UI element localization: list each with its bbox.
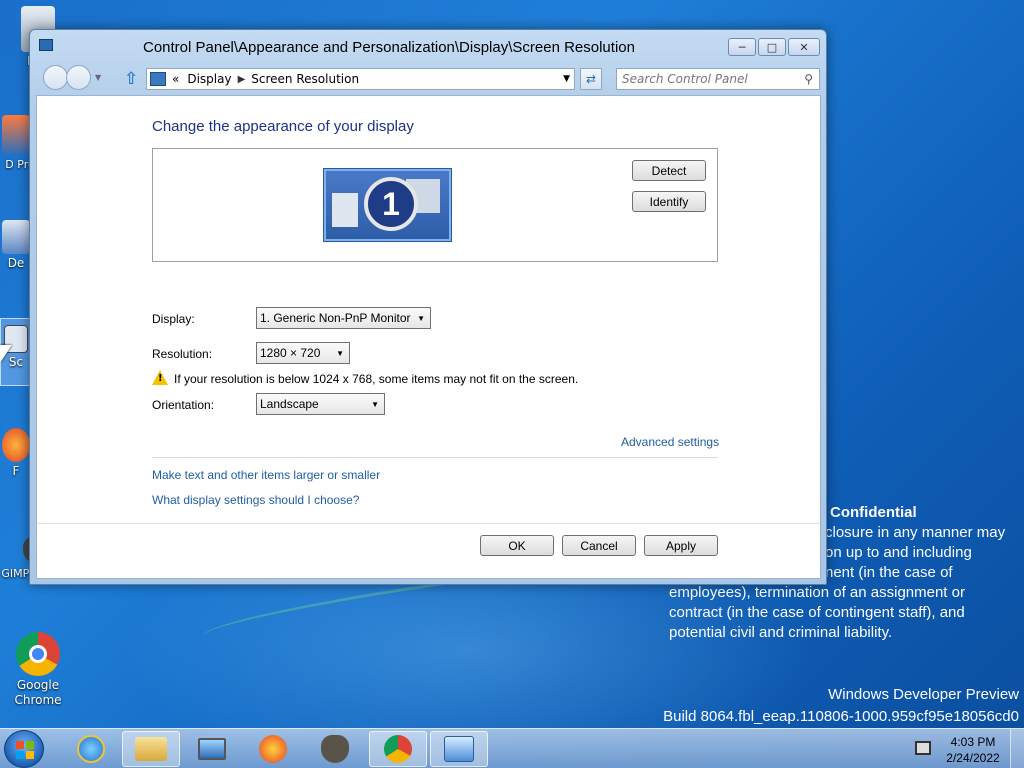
taskbar-control-panel[interactable] <box>430 731 488 767</box>
close-button[interactable]: ✕ <box>788 38 820 56</box>
watermark-line: employees), termination of an assignment… <box>669 584 965 601</box>
breadcrumb-screen-resolution[interactable]: Screen Resolution <box>251 72 359 86</box>
content-pane: Change the appearance of your display 1 … <box>36 95 821 579</box>
cancel-button[interactable]: Cancel <box>562 535 636 556</box>
chrome-icon <box>16 632 60 676</box>
orientation-label: Orientation: <box>152 398 215 412</box>
show-desktop-button[interactable] <box>1010 729 1024 768</box>
start-button[interactable] <box>4 730 44 768</box>
control-panel-icon <box>39 39 53 51</box>
monitor-number: 1 <box>364 177 418 231</box>
breadcrumb-display[interactable]: Display <box>187 72 231 86</box>
watermark-line: potential civil and criminal liability. <box>669 624 893 641</box>
apply-button[interactable]: Apply <box>644 535 718 556</box>
monitor-window-thumbnail <box>332 193 358 227</box>
desktop-icon-shortcut-2[interactable]: De <box>0 220 32 271</box>
warning-icon: ! <box>152 370 168 385</box>
monitor-preview-box: 1 Detect Identify <box>152 148 718 262</box>
chrome-icon <box>384 735 412 763</box>
desktop-icon-shortcut-1[interactable]: D Pro <box>0 115 35 172</box>
refresh-button[interactable]: ⇄ <box>580 68 602 90</box>
orientation-select-value: Landscape <box>260 397 319 411</box>
identify-button[interactable]: Identify <box>632 191 706 212</box>
clock-time: 4:03 PM <box>950 735 996 749</box>
navigation-buttons: ▼ <box>43 65 101 90</box>
desktop-icon-firefox[interactable]: F <box>0 428 32 479</box>
taskbar-firefox[interactable] <box>244 731 302 767</box>
back-button[interactable] <box>43 65 68 90</box>
up-arrow-icon[interactable]: ⇧ <box>124 69 138 89</box>
window-title: Control Panel\Appearance and Personaliza… <box>143 39 635 56</box>
network-icon[interactable] <box>915 741 931 755</box>
maximize-button[interactable]: □ <box>758 38 786 56</box>
taskbar-gimp[interactable] <box>306 731 364 767</box>
build-label: Build 8064.fbl_eeap.110806-1000.959cf95e… <box>663 708 1019 725</box>
screen-resolution-window: Control Panel\Appearance and Personaliza… <box>29 29 827 585</box>
remote-desktop-icon <box>198 738 226 760</box>
resolution-label: Resolution: <box>152 347 213 361</box>
folder-icon <box>135 737 167 761</box>
detect-button[interactable]: Detect <box>632 160 706 181</box>
recent-pages-dropdown[interactable]: ▼ <box>95 73 101 82</box>
address-bar[interactable]: « Display ▶ Screen Resolution ▼ <box>146 68 575 90</box>
desktop-icon-google-chrome[interactable]: Google Chrome <box>0 632 76 708</box>
section-divider <box>152 457 718 458</box>
ok-button[interactable]: OK <box>480 535 554 556</box>
desktop-icon-label: F <box>12 464 20 478</box>
taskbar: 4:03 PM 2/24/2022 <box>0 728 1024 768</box>
control-panel-icon <box>444 736 474 762</box>
firefox-icon <box>259 735 287 763</box>
resolution-warning: If your resolution is below 1024 x 768, … <box>174 372 579 386</box>
windows-logo-icon <box>16 741 34 759</box>
watermark-line: contract (in the case of contingent staf… <box>669 604 965 621</box>
desktop-icon-label: Google Chrome <box>14 678 62 707</box>
gimp-icon <box>321 735 349 763</box>
taskbar-chrome[interactable] <box>369 731 427 767</box>
caption-buttons: ─ □ ✕ <box>728 38 820 56</box>
chevron-down-icon: ▼ <box>371 399 379 409</box>
taskbar-file-explorer[interactable] <box>122 731 180 767</box>
chevron-down-icon: ▼ <box>336 348 344 358</box>
firefox-icon <box>2 428 30 462</box>
search-placeholder: Search Control Panel <box>622 72 748 86</box>
page-heading: Change the appearance of your display <box>152 118 414 135</box>
shortcut-icon <box>2 220 30 254</box>
resolution-select-value: 1280 × 720 <box>260 346 321 360</box>
display-select[interactable]: 1. Generic Non-PnP Monitor ▼ <box>256 307 431 329</box>
shortcut-icon <box>2 115 30 155</box>
minimize-button[interactable]: ─ <box>728 38 756 56</box>
mouse-cursor <box>0 345 12 363</box>
search-input[interactable]: Search Control Panel ⚲ <box>616 68 820 90</box>
desktop-icon-label: De <box>7 256 25 270</box>
control-panel-icon <box>150 72 166 86</box>
taskbar-remote-desktop[interactable] <box>183 731 241 767</box>
forward-button[interactable] <box>66 65 91 90</box>
clock-date: 2/24/2022 <box>946 751 1000 765</box>
breadcrumb-overflow[interactable]: « <box>172 72 179 86</box>
display-label: Display: <box>152 312 195 326</box>
taskbar-internet-explorer[interactable] <box>62 731 120 767</box>
monitor-thumbnail[interactable]: 1 <box>324 169 451 241</box>
chevron-right-icon[interactable]: ▶ <box>238 74 246 85</box>
footer-divider <box>37 523 820 524</box>
orientation-select[interactable]: Landscape ▼ <box>256 393 385 415</box>
resolution-select[interactable]: 1280 × 720 ▼ <box>256 342 350 364</box>
refresh-icon: ⇄ <box>585 72 597 86</box>
search-icon[interactable]: ⚲ <box>804 72 813 86</box>
advanced-settings-link[interactable]: Advanced settings <box>621 435 719 449</box>
display-help-link[interactable]: What display settings should I choose? <box>152 493 359 507</box>
text-size-link[interactable]: Make text and other items larger or smal… <box>152 468 380 482</box>
chevron-down-icon[interactable]: ▼ <box>563 74 570 84</box>
system-clock[interactable]: 4:03 PM 2/24/2022 <box>942 734 1004 766</box>
display-select-value: 1. Generic Non-PnP Monitor <box>260 311 411 325</box>
dev-preview-label: Windows Developer Preview <box>828 686 1019 703</box>
chevron-down-icon: ▼ <box>417 313 425 323</box>
internet-explorer-icon <box>77 735 105 763</box>
